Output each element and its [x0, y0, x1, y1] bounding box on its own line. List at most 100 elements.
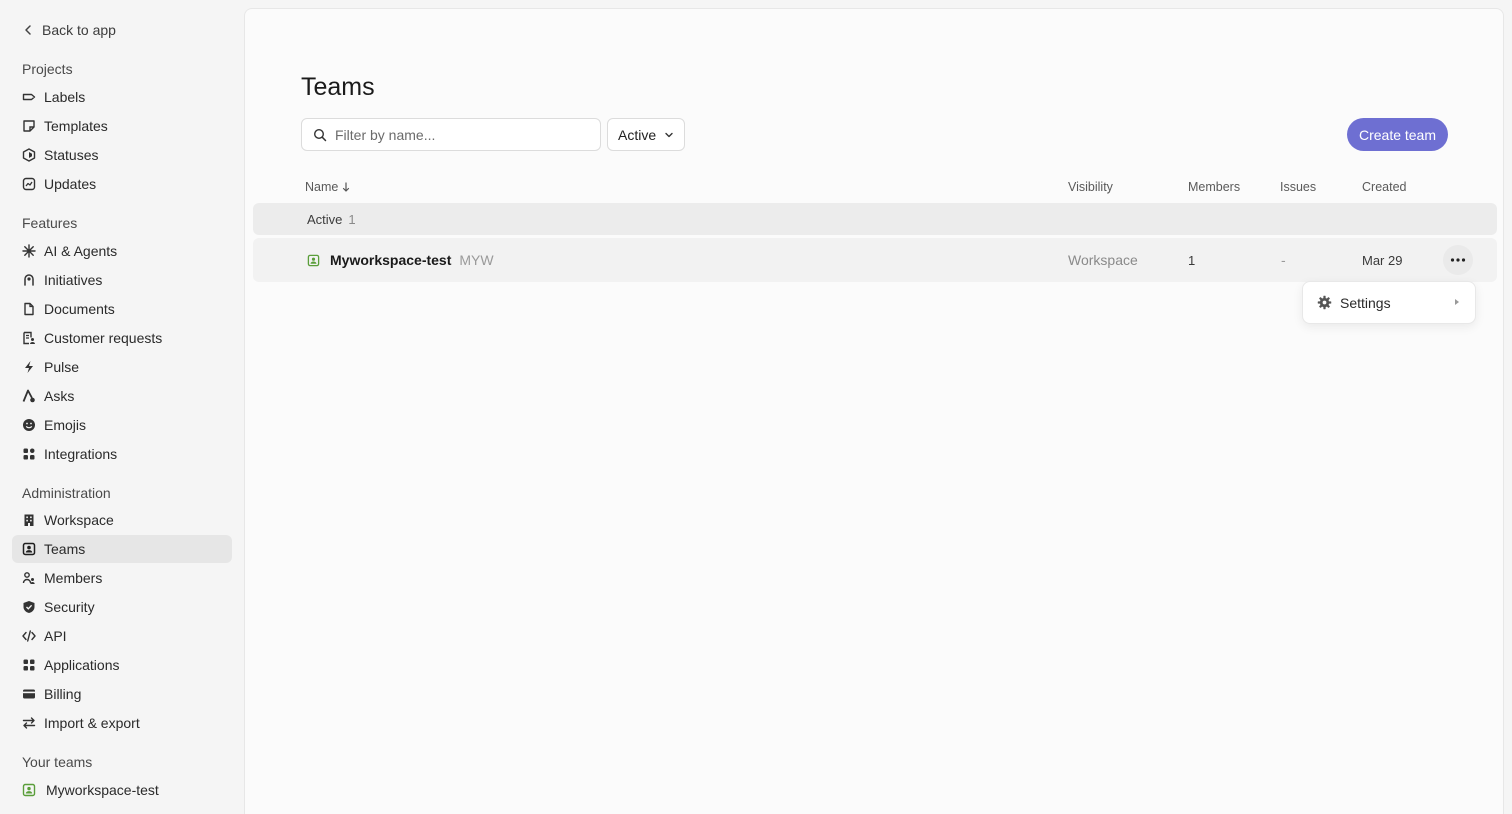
sidebar-item-label: Initiatives — [44, 272, 103, 288]
label-icon — [22, 90, 36, 104]
search-input[interactable] — [335, 126, 585, 143]
updates-icon — [22, 177, 36, 191]
more-options-button[interactable] — [1443, 245, 1473, 275]
sidebar-item-api[interactable]: API — [12, 622, 232, 650]
more-horizontal-icon — [1450, 258, 1466, 262]
asks-icon — [22, 389, 36, 403]
column-header-created[interactable]: Created — [1362, 180, 1406, 194]
group-header-active[interactable]: Active 1 — [253, 203, 1497, 235]
team-icon — [307, 254, 320, 266]
sidebar-item-label: Billing — [44, 686, 82, 702]
sidebar-item-labels[interactable]: Labels — [12, 83, 232, 111]
sidebar-item-label: Asks — [44, 388, 75, 404]
back-to-app-link[interactable]: Back to app — [22, 20, 116, 40]
column-header-name[interactable]: Name — [305, 180, 350, 194]
sidebar-item-label: API — [44, 628, 67, 644]
sidebar-item-integrations[interactable]: Integrations — [12, 440, 232, 468]
menu-item-settings[interactable]: Settings — [1303, 282, 1475, 323]
sidebar-item-import-export[interactable]: Import & export — [12, 709, 232, 737]
column-header-visibility[interactable]: Visibility — [1068, 180, 1113, 194]
sidebar-item-label: Customer requests — [44, 330, 163, 346]
column-header-issues[interactable]: Issues — [1280, 180, 1316, 194]
create-team-button[interactable]: Create team — [1347, 118, 1448, 151]
sidebar-team-myworkspace-test[interactable]: Myworkspace-test — [12, 776, 232, 804]
sidebar-item-members[interactable]: Members — [12, 564, 232, 592]
team-name-cell: Myworkspace-test MYW — [307, 238, 494, 282]
applications-icon — [22, 658, 36, 672]
emoji-icon — [22, 418, 36, 432]
code-icon — [22, 629, 36, 643]
team-name: Myworkspace-test — [330, 252, 452, 268]
sort-down-icon — [343, 182, 350, 192]
sidebar-item-ai-agents[interactable]: AI & Agents — [12, 237, 232, 265]
sparkle-icon — [22, 244, 36, 258]
team-icon — [22, 783, 36, 797]
team-key: MYW — [459, 252, 494, 268]
initiative-icon — [22, 273, 36, 287]
sidebar-item-billing[interactable]: Billing — [12, 680, 232, 708]
sidebar-item-customer-requests[interactable]: Customer requests — [12, 324, 232, 352]
sidebar-item-label: Security — [44, 599, 95, 615]
section-title-projects: Projects — [22, 61, 73, 77]
import-export-icon — [22, 716, 36, 730]
caret-right-icon — [1455, 299, 1459, 305]
group-label: Active — [307, 211, 343, 227]
sidebar-item-label: Import & export — [44, 715, 140, 731]
sidebar-item-label: Members — [44, 570, 103, 586]
gear-icon — [1317, 295, 1332, 310]
sidebar-item-documents[interactable]: Documents — [12, 295, 232, 323]
team-icon — [22, 542, 36, 556]
status-filter-value: Active — [618, 126, 657, 143]
sidebar-item-label: Integrations — [44, 446, 118, 462]
menu-item-label: Settings — [1340, 294, 1391, 311]
sidebar-item-workspace[interactable]: Workspace — [12, 506, 232, 534]
page-title: Teams — [301, 73, 375, 101]
sidebar-item-applications[interactable]: Applications — [12, 651, 232, 679]
sidebar-item-updates[interactable]: Updates — [12, 170, 232, 198]
sidebar-item-label: Emojis — [44, 417, 87, 433]
column-header-members[interactable]: Members — [1188, 180, 1240, 194]
table-row[interactable]: Myworkspace-test MYW Workspace 1 - Mar 2… — [253, 238, 1497, 282]
sidebar-item-label: Templates — [44, 118, 108, 134]
sidebar-item-teams[interactable]: Teams — [12, 535, 232, 563]
members-icon — [22, 571, 36, 585]
sidebar-item-templates[interactable]: Templates — [12, 112, 232, 140]
team-members-count: 1 — [1188, 252, 1196, 268]
building-icon — [22, 513, 36, 527]
sidebar-item-statuses[interactable]: Statuses — [12, 141, 232, 169]
search-field[interactable] — [301, 118, 601, 151]
credit-card-icon — [22, 687, 36, 701]
sidebar-item-label: Pulse — [44, 359, 80, 375]
sidebar-item-label: Statuses — [44, 147, 99, 163]
search-icon — [313, 128, 327, 141]
row-context-menu: Settings — [1302, 281, 1476, 324]
sidebar-item-label: Teams — [44, 541, 86, 557]
pulse-icon — [22, 360, 36, 374]
team-created-date: Mar 29 — [1362, 252, 1403, 268]
chevron-left-icon — [25, 25, 31, 35]
sidebar-item-asks[interactable]: Asks — [12, 382, 232, 410]
sidebar-item-label: AI & Agents — [44, 243, 118, 259]
status-filter-dropdown[interactable]: Active — [607, 118, 685, 151]
sidebar-item-pulse[interactable]: Pulse — [12, 353, 232, 381]
integrations-icon — [22, 447, 36, 461]
sidebar-item-label: Documents — [44, 301, 115, 317]
team-visibility: Workspace — [1068, 252, 1138, 268]
sidebar-item-label: Workspace — [44, 512, 114, 528]
column-header-name-label: Name — [305, 180, 339, 194]
main-panel: Teams Active Create team Name Visibility… — [244, 8, 1504, 814]
section-title-features: Features — [22, 215, 78, 231]
sidebar-item-emojis[interactable]: Emojis — [12, 411, 232, 439]
template-icon — [22, 119, 36, 133]
section-title-your-teams: Your teams — [22, 754, 93, 770]
customer-request-icon — [22, 331, 36, 345]
sidebar-item-initiatives[interactable]: Initiatives — [12, 266, 232, 294]
document-icon — [22, 302, 36, 316]
sidebar-item-label: Labels — [44, 89, 86, 105]
sidebar-item-label: Updates — [44, 176, 97, 192]
shield-icon — [22, 600, 36, 614]
back-label: Back to app — [42, 22, 116, 38]
sidebar-item-security[interactable]: Security — [12, 593, 232, 621]
sidebar: Back to app Projects Labels Templates St… — [0, 0, 244, 814]
sidebar-item-label: Applications — [44, 657, 120, 673]
